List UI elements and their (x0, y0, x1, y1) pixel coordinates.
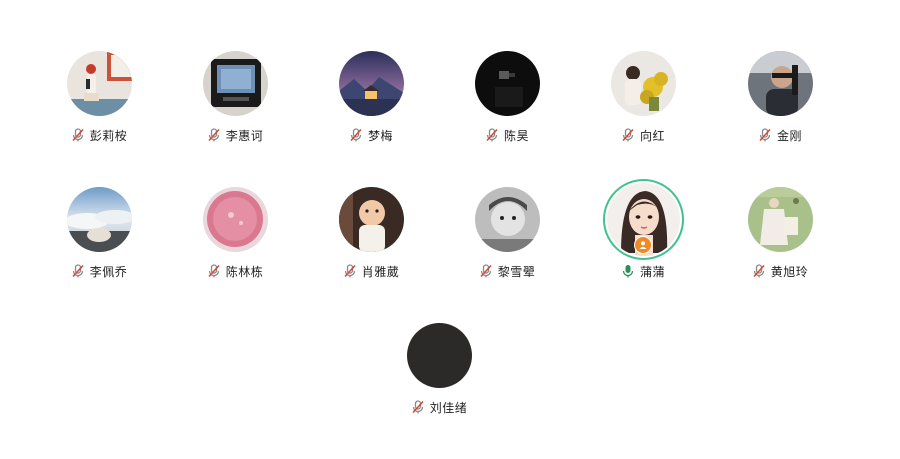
participant-name: 刘佳绪 (429, 400, 468, 415)
mic-muted-icon (758, 128, 772, 142)
participant-grid: 彭莉桉 李惠诃 梦梅 陈昊 向红 金刚 李佩乔 陈林栋 肖雅葳 黎雪翚 蒲蒲 黄… (0, 0, 900, 459)
mic-muted-icon (411, 400, 425, 414)
participant-name: 李惠诃 (225, 128, 264, 143)
participant-name: 黎雪翚 (497, 264, 536, 279)
mic-active-icon (621, 264, 635, 278)
mic-muted-icon (479, 264, 493, 278)
mic-muted-icon (71, 264, 85, 278)
avatar (406, 323, 472, 388)
mic-muted-icon (207, 128, 221, 142)
participant-name: 陈昊 (503, 128, 529, 143)
participant-name: 肖雅葳 (361, 264, 400, 279)
avatar (610, 51, 676, 116)
host-badge-icon (633, 236, 652, 254)
participant-tile[interactable]: 肖雅葳 (306, 187, 436, 297)
participant-tile[interactable]: 梦梅 (306, 51, 436, 161)
participant-tile[interactable]: 黎雪翚 (442, 187, 572, 297)
mic-muted-icon (207, 264, 221, 278)
participant-tile[interactable]: 金刚 (715, 51, 845, 161)
participant-name: 梦梅 (367, 128, 393, 143)
avatar (66, 187, 132, 252)
participant-name: 彭莉桉 (89, 128, 128, 143)
mic-muted-icon (349, 128, 363, 142)
participant-tile[interactable]: 刘佳绪 (374, 323, 504, 433)
mic-muted-icon (343, 264, 357, 278)
participant-tile[interactable]: 陈昊 (442, 51, 572, 161)
avatar (338, 51, 404, 116)
participant-name: 李佩乔 (89, 264, 128, 279)
participant-name: 金刚 (776, 128, 802, 143)
avatar (747, 187, 813, 252)
mic-muted-icon (485, 128, 499, 142)
avatar (338, 187, 404, 252)
avatar (202, 187, 268, 252)
avatar (66, 51, 132, 116)
participant-tile[interactable]: 李惠诃 (170, 51, 300, 161)
participant-name: 蒲蒲 (639, 264, 665, 279)
participant-tile-speaking[interactable]: 蒲蒲 (578, 179, 708, 297)
participant-tile[interactable]: 黄旭玲 (715, 187, 845, 297)
participant-tile[interactable]: 陈林栋 (170, 187, 300, 297)
avatar (747, 51, 813, 116)
participant-tile[interactable]: 向红 (578, 51, 708, 161)
participant-name: 向红 (639, 128, 665, 143)
participant-name: 黄旭玲 (770, 264, 809, 279)
mic-muted-icon (71, 128, 85, 142)
mic-muted-icon (621, 128, 635, 142)
participant-tile[interactable]: 李佩乔 (34, 187, 164, 297)
avatar (202, 51, 268, 116)
avatar (474, 51, 540, 116)
participant-tile[interactable]: 彭莉桉 (34, 51, 164, 161)
participant-name: 陈林栋 (225, 264, 264, 279)
mic-muted-icon (752, 264, 766, 278)
speaking-ring (602, 179, 684, 260)
avatar (474, 187, 540, 252)
